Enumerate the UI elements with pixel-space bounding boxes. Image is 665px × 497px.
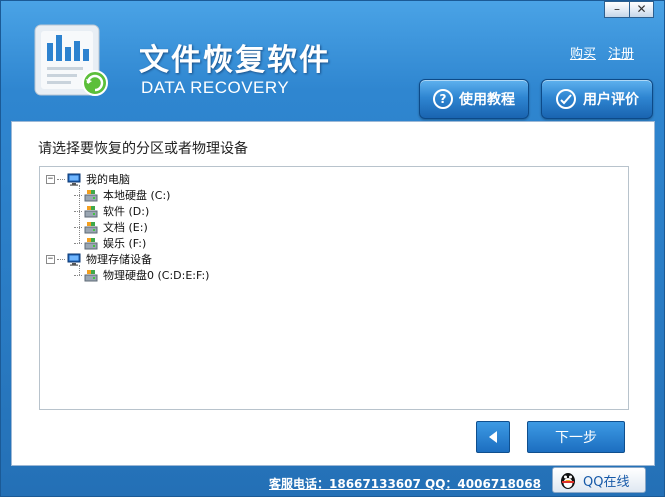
tree-connector <box>74 226 82 228</box>
tree-node-physical-disk[interactable]: 物理硬盘0 (C:D:E:F:) <box>46 267 209 283</box>
tree-connector <box>74 274 82 276</box>
minimize-button[interactable]: – <box>604 1 630 18</box>
qq-online-label: QQ在线 <box>583 474 630 490</box>
app-subtitle: DATA RECOVERY <box>141 78 290 97</box>
collapse-toggle[interactable]: − <box>46 254 55 264</box>
tree-node-drive[interactable]: 文档 (E:) <box>46 219 209 235</box>
question-circle-icon: ? <box>433 89 453 109</box>
collapse-toggle[interactable]: − <box>46 174 55 184</box>
app-title: 文件恢复软件 <box>139 43 331 78</box>
device-tree[interactable]: − 我的电脑 本地硬盘 (C:) 软件 (D:) 文档 (E:) 娱乐 (F:)… <box>39 166 629 410</box>
register-link[interactable]: 注册 <box>608 43 634 62</box>
tree-label: 本地硬盘 (C:) <box>103 189 171 202</box>
tree-label: 娱乐 (F:) <box>103 237 147 250</box>
panel-prompt: 请选择要恢复的分区或者物理设备 <box>38 141 248 157</box>
tree-label: 软件 (D:) <box>103 205 150 218</box>
tree-label: 物理硬盘0 (C:D:E:F:) <box>103 269 210 282</box>
review-button-label: 用户评价 <box>583 92 639 108</box>
hard-drive-icon <box>84 221 98 233</box>
buy-link[interactable]: 购买 <box>570 43 596 62</box>
hard-drive-icon <box>84 205 98 217</box>
close-button[interactable]: ✕ <box>630 1 654 18</box>
back-button[interactable] <box>476 421 510 453</box>
top-links: 购买 注册 <box>570 43 634 62</box>
next-button[interactable]: 下一步 <box>527 421 625 453</box>
tree-node-drive[interactable]: 软件 (D:) <box>46 203 209 219</box>
computer-icon <box>67 173 81 186</box>
computer-icon <box>67 253 81 266</box>
tree-connector <box>74 210 82 212</box>
tree-connector <box>74 194 82 196</box>
tutorial-button[interactable]: ? 使用教程 <box>419 79 529 119</box>
qq-online-button[interactable]: QQ在线 <box>552 467 646 493</box>
hard-drive-icon <box>84 269 98 281</box>
tree-connector <box>57 178 65 180</box>
tree-connector <box>57 258 65 260</box>
tree-node-drive[interactable]: 娱乐 (F:) <box>46 235 209 251</box>
review-badge-icon <box>556 89 576 109</box>
tree-label: 我的电脑 <box>86 173 130 186</box>
support-contact: 客服电话：18667133607 QQ：4006718068 <box>269 477 541 491</box>
content-panel: 请选择要恢复的分区或者物理设备 − 我的电脑 本地硬盘 (C:) 软件 (D:)… <box>11 121 655 466</box>
tree-label: 文档 (E:) <box>103 221 148 234</box>
qq-penguin-icon <box>561 473 575 489</box>
arrow-left-icon <box>489 431 497 443</box>
tree-node-computer[interactable]: − 我的电脑 <box>46 171 209 187</box>
review-button[interactable]: 用户评价 <box>541 79 653 119</box>
app-logo-icon <box>34 24 108 96</box>
hard-drive-icon <box>84 189 98 201</box>
tree-node-physical[interactable]: − 物理存储设备 <box>46 251 209 267</box>
tree-label: 物理存储设备 <box>86 253 152 266</box>
window-controls: – ✕ <box>604 1 654 18</box>
tree-node-drive[interactable]: 本地硬盘 (C:) <box>46 187 209 203</box>
tutorial-button-label: 使用教程 <box>459 92 515 108</box>
tree-connector <box>74 242 82 244</box>
hard-drive-icon <box>84 237 98 249</box>
app-window: – ✕ 文件恢复软件 DATA RECOVERY 购买 注册 ? 使用教程 用户… <box>0 0 665 497</box>
